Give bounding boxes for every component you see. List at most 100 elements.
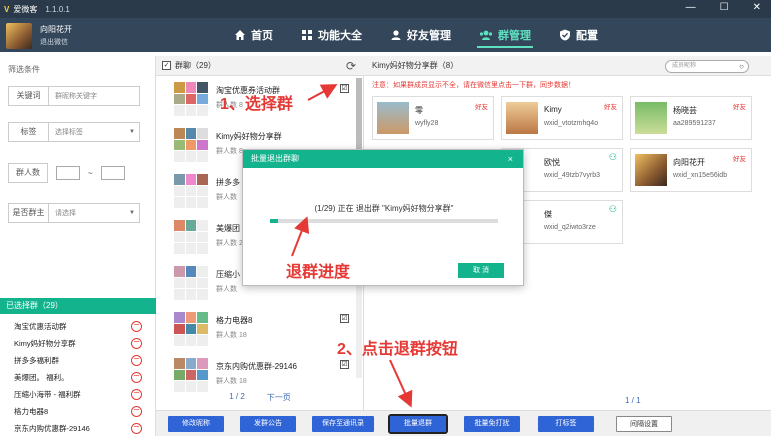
avatar[interactable] bbox=[6, 23, 32, 49]
member-wxid: wyfly28 bbox=[415, 120, 439, 127]
keyword-label: 关键词 bbox=[9, 87, 49, 105]
member-card[interactable]: Kimy wxid_vtotzmhq4o 好友 bbox=[501, 96, 623, 140]
nav-home[interactable]: 首页 bbox=[220, 18, 287, 52]
group-name: 格力电器8 bbox=[216, 316, 253, 325]
count-label: 群人数 bbox=[8, 163, 48, 183]
tag-select[interactable]: 选择标签 bbox=[49, 127, 129, 137]
group-count: 群人数 18 bbox=[216, 378, 247, 385]
group-count: 群人数 bbox=[216, 194, 237, 201]
list-item: Kimy妈好物分享群 − bbox=[0, 335, 150, 352]
group-avatar bbox=[174, 266, 208, 300]
group-checkbox[interactable]: ☑ bbox=[340, 360, 349, 369]
group-avatar bbox=[174, 220, 208, 254]
close-icon[interactable]: ✕ bbox=[753, 2, 761, 13]
friend-badge: 好友 bbox=[475, 104, 488, 111]
home-icon bbox=[235, 30, 245, 40]
group-notice-button[interactable]: 发群公告 bbox=[240, 416, 296, 432]
logout-link[interactable]: 退出微信 bbox=[40, 37, 68, 47]
refresh-icon[interactable]: ⟳ bbox=[346, 59, 356, 73]
group-checkbox[interactable]: ☑ bbox=[340, 84, 349, 93]
annotation-step2: 2、点击退群按钮 bbox=[337, 341, 458, 358]
member-wxid: aa289591237 bbox=[673, 120, 716, 127]
list-item: 美爆团。 福利。 − bbox=[0, 369, 150, 386]
filter-panel: 筛选条件 关键词 群昵称关键字 标签 选择标签 ▼ 群人数 ~ 是否群主 请选择… bbox=[0, 56, 156, 436]
maximize-icon[interactable]: ☐ bbox=[720, 2, 729, 13]
group-count: 群人数 18 bbox=[216, 332, 247, 339]
minimize-icon[interactable]: — bbox=[686, 2, 696, 13]
nav-friends[interactable]: 好友管理 bbox=[376, 18, 465, 52]
member-card[interactable]: 向阳花开 wxid_xn15e56idb 好友 bbox=[630, 148, 752, 192]
owner-select[interactable]: 请选择 bbox=[49, 208, 129, 218]
remove-icon[interactable]: − bbox=[131, 423, 142, 434]
page-indicator: 1 / 2 bbox=[229, 392, 245, 401]
user-name: 向阳花开 bbox=[40, 25, 72, 34]
remove-icon[interactable]: − bbox=[131, 355, 142, 366]
close-icon[interactable]: × bbox=[508, 150, 513, 168]
nav-label: 群管理 bbox=[498, 30, 531, 42]
member-name: 向阳花开 bbox=[673, 158, 705, 167]
add-friend-icon[interactable]: ⚇ bbox=[609, 152, 617, 163]
chevron-down-icon: ▼ bbox=[129, 129, 135, 135]
member-avatar bbox=[377, 102, 409, 134]
filter-title: 筛选条件 bbox=[8, 65, 40, 74]
add-friend-icon[interactable]: ⚇ bbox=[609, 204, 617, 215]
list-item: 压缩小海带 - 福利群 − bbox=[0, 386, 150, 403]
edit-nickname-button[interactable]: 修改昵称 bbox=[168, 416, 224, 432]
owner-filter[interactable]: 是否群主 请选择 ▼ bbox=[8, 203, 140, 223]
progress-bar bbox=[270, 219, 498, 223]
nav-label: 好友管理 bbox=[407, 30, 451, 42]
group-pager: 1 / 2 下一页 bbox=[156, 392, 364, 403]
member-search-input[interactable]: 成员昵称 ○ bbox=[665, 60, 749, 73]
app-version: 1.1.0.1 bbox=[45, 4, 70, 14]
member-wxid: wxid_vtotzmhq4o bbox=[544, 120, 599, 127]
nav-config[interactable]: 配置 bbox=[545, 18, 612, 52]
search-icon[interactable]: ○ bbox=[739, 61, 744, 72]
interval-settings-button[interactable]: 间隔设置 bbox=[616, 416, 672, 432]
member-count-filter: 群人数 ~ bbox=[8, 163, 140, 183]
remove-icon[interactable]: − bbox=[131, 338, 142, 349]
annotation-step1: 1、选择群 bbox=[220, 96, 293, 113]
select-all-checkbox[interactable]: ✓ bbox=[162, 61, 171, 70]
remove-icon[interactable]: − bbox=[131, 406, 142, 417]
list-item[interactable]: 格力电器8 群人数 18 ☑ bbox=[156, 308, 356, 354]
batch-quit-button[interactable]: 批量退群 bbox=[388, 414, 448, 434]
cancel-button[interactable]: 取 消 bbox=[458, 263, 504, 278]
remove-icon[interactable]: − bbox=[131, 389, 142, 400]
remove-icon[interactable]: − bbox=[131, 372, 142, 383]
group-avatar bbox=[174, 128, 208, 162]
tag-filter[interactable]: 标签 选择标签 ▼ bbox=[8, 122, 140, 142]
selected-list: 淘宝优惠活动群 − Kimy妈好物分享群 − 拼多多福利群 − 美爆团。 福利。 − 压… bbox=[0, 318, 150, 437]
nav-features[interactable]: 功能大全 bbox=[287, 18, 376, 52]
batch-mute-button[interactable]: 批量免打扰 bbox=[464, 416, 520, 432]
remove-icon[interactable]: − bbox=[131, 321, 142, 332]
list-item: 淘宝优惠活动群 − bbox=[0, 318, 150, 335]
group-checkbox[interactable]: ☑ bbox=[340, 314, 349, 323]
nav-label: 首页 bbox=[251, 30, 273, 42]
member-avatar bbox=[635, 102, 667, 134]
member-card[interactable]: 杨晓芸 aa289591237 好友 bbox=[630, 96, 752, 140]
keyword-input[interactable]: 群昵称关键字 bbox=[49, 91, 139, 101]
nav-label: 配置 bbox=[576, 30, 598, 42]
main-nav: 首页 功能大全 好友管理 群管理 配置 bbox=[220, 18, 612, 52]
nav-label: 功能大全 bbox=[318, 30, 362, 42]
keyword-filter[interactable]: 关键词 群昵称关键字 bbox=[8, 86, 140, 106]
member-card[interactable]: 零 wyfly28 好友 bbox=[372, 96, 494, 140]
group-count: 群人数 2 bbox=[216, 240, 243, 247]
count-max-input[interactable] bbox=[100, 166, 125, 180]
dialog-title: 批量退出群聊 × bbox=[243, 150, 523, 168]
list-item: 京东内购优惠群-29146− bbox=[0, 420, 150, 437]
group-avatar bbox=[174, 358, 208, 392]
group-count: 群人数 8 bbox=[216, 148, 243, 155]
member-page-indicator: 1 / 1 bbox=[625, 396, 641, 405]
app-name: 爱微客 bbox=[13, 4, 38, 14]
next-page-link[interactable]: 下一页 bbox=[267, 392, 291, 403]
count-min-input[interactable] bbox=[56, 166, 80, 180]
save-contacts-button[interactable]: 保存至通讯录 bbox=[312, 416, 374, 432]
group-list-header: ✓ 群聊（29） ⟳ bbox=[156, 56, 364, 76]
nav-groups[interactable]: 群管理 bbox=[465, 18, 545, 52]
tag-button[interactable]: 打标签 bbox=[538, 416, 594, 432]
group-list-title: 群聊（29） bbox=[175, 61, 216, 70]
friend-badge: 好友 bbox=[733, 156, 746, 163]
friend-badge: 好友 bbox=[604, 104, 617, 111]
count-separator: ~ bbox=[88, 168, 93, 178]
